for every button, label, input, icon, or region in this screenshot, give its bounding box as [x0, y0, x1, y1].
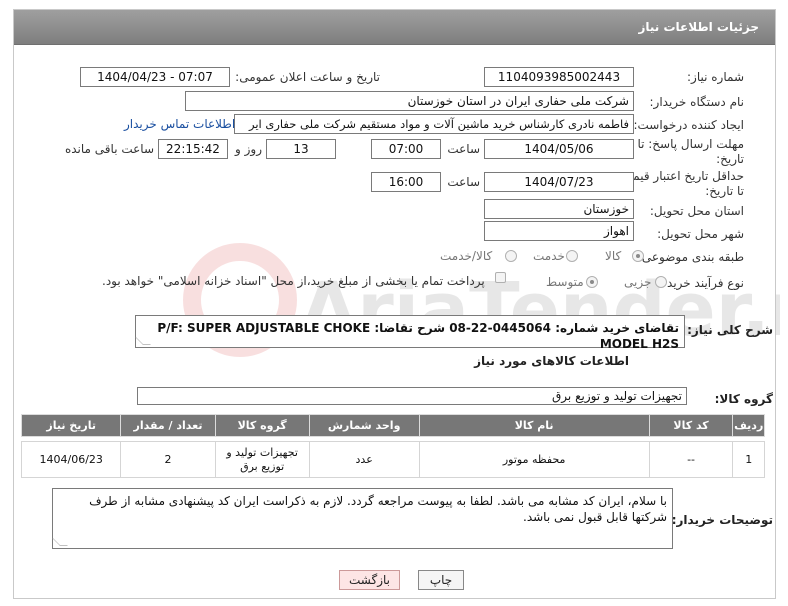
category-both-radio[interactable]: [505, 250, 517, 262]
category-service-label: خدمت: [533, 249, 565, 263]
description-textarea: تقاضای خرید شماره: 0445064-22-08 شرح تقا…: [135, 315, 685, 351]
cell-date: 1404/06/23: [20, 441, 122, 478]
table-row: 1 -- محفظه موتور عدد تجهیزات تولید و توز…: [20, 441, 765, 478]
resize-handle-icon[interactable]: [135, 337, 151, 345]
deadline-days-label: روز و: [235, 142, 262, 156]
cell-qty: 2: [120, 441, 216, 478]
province-label: استان محل تحویل:: [649, 204, 744, 218]
col-date: تاریخ نیاز: [20, 414, 122, 437]
treasury-payment-checkbox[interactable]: [495, 272, 506, 283]
remaining-time-label: ساعت باقی مانده: [64, 142, 154, 156]
validity-date-field: 1404/07/23: [484, 172, 634, 192]
deadline-label-2: تاریخ:: [716, 152, 744, 166]
category-service-radio[interactable]: [566, 250, 578, 262]
validity-time-label: ساعت: [447, 175, 480, 189]
process-label: نوع فرآیند خرید :: [659, 276, 744, 290]
deadline-label-1: مهلت ارسال پاسخ: تا: [637, 137, 744, 151]
category-goods-label: کالا: [605, 249, 622, 263]
process-minor-radio[interactable]: [655, 276, 667, 288]
goods-table: ردیف کد کالا نام کالا واحد شمارش گروه کا…: [20, 414, 765, 478]
announce-label: تاریخ و ساعت اعلان عمومی:: [235, 70, 380, 84]
col-name: نام کالا: [418, 414, 650, 437]
resize-handle-icon[interactable]: [52, 538, 68, 546]
remaining-time-field: 22:15:42: [158, 139, 228, 159]
process-medium-label: متوسط: [546, 275, 584, 289]
city-field: اهواز: [484, 221, 634, 241]
process-minor-label: جزیی: [624, 275, 652, 289]
category-label: طبقه بندی موضوعی:: [637, 250, 744, 264]
cell-group: تجهیزات تولید و توزیع برق: [214, 441, 310, 478]
requester-field: فاطمه نادری کارشناس خرید ماشین آلات و مو…: [234, 114, 634, 134]
deadline-date-field: 1404/05/06: [484, 139, 634, 159]
col-code: کد کالا: [648, 414, 734, 437]
goods-group-field: تجهیزات تولید و توزیع برق: [137, 387, 687, 405]
buyer-contact-link[interactable]: اطلاعات تماس خریدار: [124, 117, 235, 131]
city-label: شهر محل تحویل:: [657, 227, 744, 241]
need-number-label: شماره نیاز:: [687, 70, 744, 84]
category-goods-radio[interactable]: [632, 250, 644, 262]
buyer-notes-text: با سلام، ایران کد مشابه می باشد. لطفا به…: [89, 494, 667, 524]
description-label: شرح کلی نیاز:: [687, 323, 773, 337]
deadline-days-field: 13: [266, 139, 336, 159]
back-button[interactable]: بازگشت: [339, 570, 400, 590]
panel-header: جزئیات اطلاعات نیاز: [14, 10, 775, 45]
cell-name: محفظه موتور: [418, 441, 650, 478]
buyer-org-label: نام دستگاه خریدار:: [649, 95, 745, 109]
col-qty: تعداد / مقدار: [120, 414, 216, 437]
need-number-field: 1104093985002443: [484, 67, 634, 87]
process-medium-radio[interactable]: [586, 276, 598, 288]
validity-label-1: حداقل تاریخ اعتبار قیمت:: [617, 169, 744, 183]
page-title: جزئیات اطلاعات نیاز: [638, 20, 759, 34]
col-row: ردیف: [732, 414, 765, 437]
cell-row: 1: [732, 441, 765, 478]
category-both-label: کالا/خدمت: [440, 249, 493, 263]
validity-time-field: 16:00: [371, 172, 441, 192]
buyer-notes-label: توضیحات خریدار:: [671, 513, 773, 527]
deadline-time-label: ساعت: [447, 142, 480, 156]
buyer-notes-textarea: با سلام، ایران کد مشابه می باشد. لطفا به…: [52, 488, 673, 549]
cell-unit: عدد: [308, 441, 420, 478]
cell-code: --: [648, 441, 734, 478]
goods-group-label: گروه کالا:: [714, 392, 773, 406]
table-header-row: ردیف کد کالا نام کالا واحد شمارش گروه کا…: [20, 414, 765, 437]
treasury-payment-note: پرداخت تمام یا بخشی از مبلغ خرید،از محل …: [102, 274, 485, 288]
deadline-time-field: 07:00: [371, 139, 441, 159]
col-group: گروه کالا: [214, 414, 310, 437]
description-text: تقاضای خرید شماره: 0445064-22-08 شرح تقا…: [157, 321, 679, 351]
goods-info-title: اطلاعات کالاهای مورد نیاز: [474, 354, 629, 368]
announce-field: 1404/04/23 - 07:07: [80, 67, 230, 87]
col-unit: واحد شمارش: [308, 414, 420, 437]
buyer-org-field: شرکت ملی حفاری ایران در استان خوزستان: [185, 91, 634, 111]
province-field: خوزستان: [484, 199, 634, 219]
requester-label: ایجاد کننده درخواست:: [633, 118, 744, 132]
validity-label-2: تا تاریخ:: [705, 184, 744, 198]
print-button[interactable]: چاپ: [418, 570, 464, 590]
